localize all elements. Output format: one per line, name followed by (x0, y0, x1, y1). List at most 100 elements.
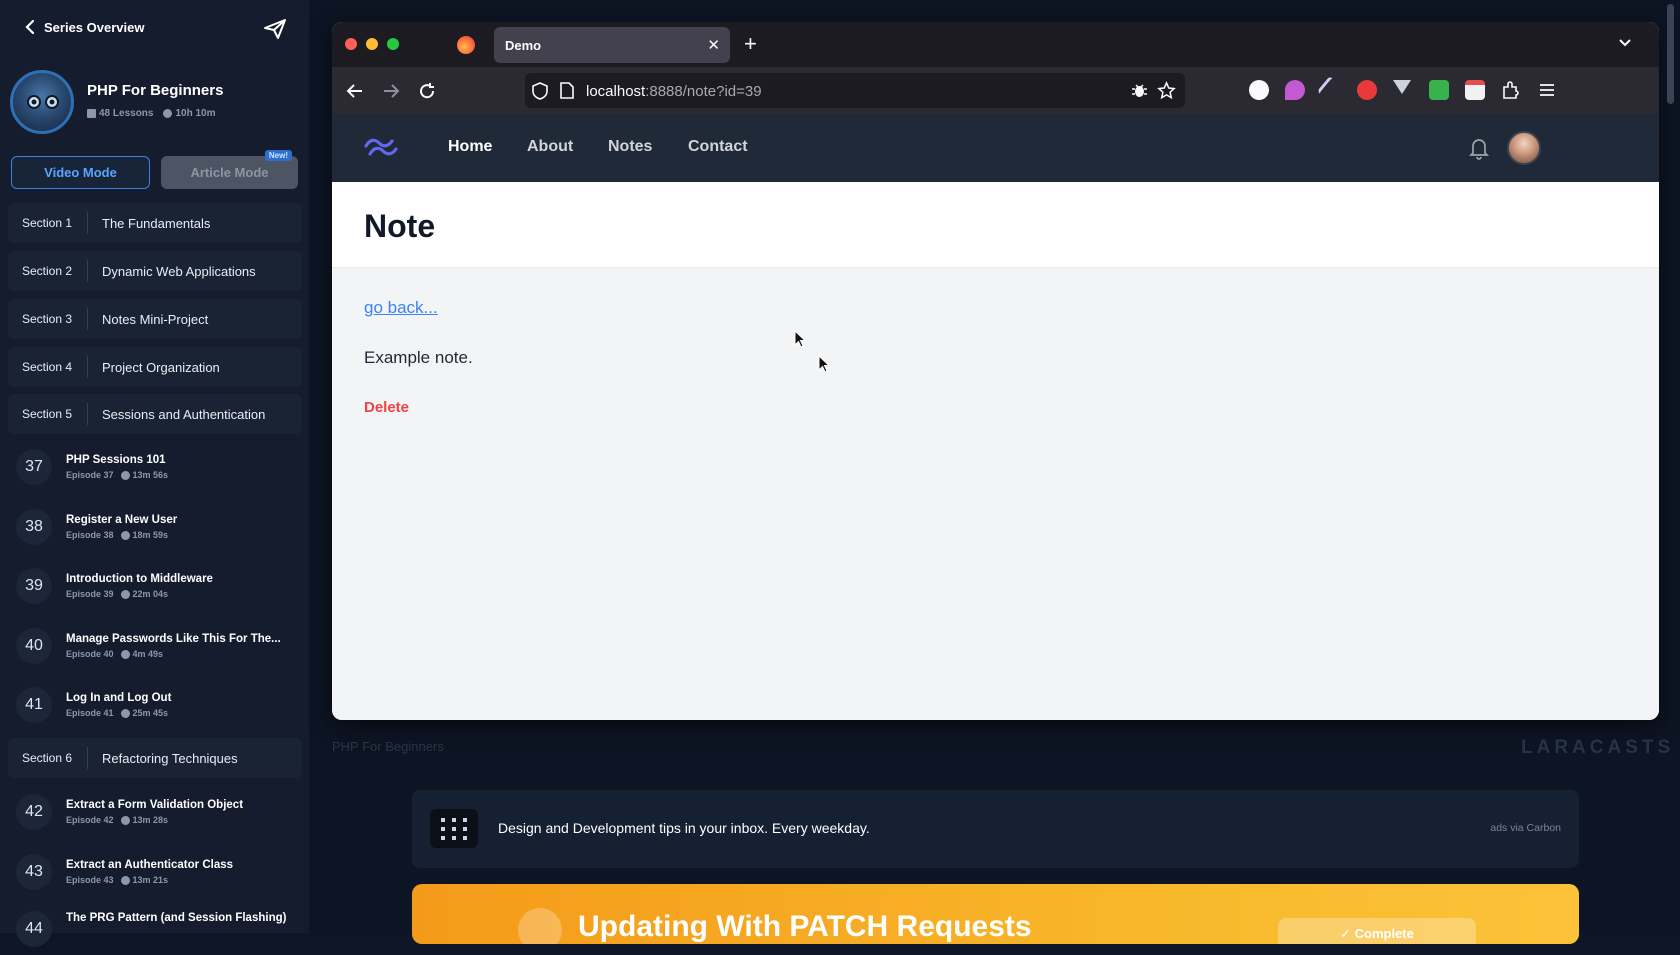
clock-extension-icon[interactable] (1249, 80, 1269, 100)
nav-contact[interactable]: Contact (688, 138, 748, 156)
pen-extension-icon[interactable] (1316, 75, 1346, 105)
section-row[interactable]: Section 6 Refactoring Techniques (8, 738, 302, 778)
section-title: Refactoring Techniques (102, 750, 238, 766)
location-extension-icon[interactable] (1285, 80, 1305, 100)
ad-text[interactable]: Design and Development tips in your inbo… (498, 820, 870, 836)
episode-title: Log In and Log Out (66, 692, 172, 704)
episode-item[interactable]: 39 Introduction to Middleware Episode 39… (8, 560, 302, 612)
mouse-cursor-icon (818, 355, 830, 373)
url-host: localhost (586, 83, 646, 100)
next-lesson-banner[interactable]: Updating With PATCH Requests ✓ Complete (412, 884, 1579, 944)
article-mode-button[interactable]: Article Mode New! (161, 150, 298, 189)
section-row[interactable]: Section 1 The Fundamentals (8, 203, 302, 243)
user-avatar[interactable] (1507, 131, 1541, 165)
episode-number: 42 (16, 794, 52, 830)
series-thumbnail (10, 70, 74, 134)
browser-tab[interactable]: Demo ✕ (494, 27, 730, 63)
series-duration: 10h 10m (175, 108, 216, 119)
nav-about[interactable]: About (527, 138, 573, 156)
ad-logo-icon (430, 809, 478, 848)
reload-icon[interactable] (417, 81, 437, 101)
clock-icon (120, 470, 130, 480)
episode-item[interactable]: 44 The PRG Pattern (and Session Flashing… (8, 903, 302, 955)
tailwind-logo-icon[interactable] (364, 136, 398, 158)
lessons-icon (87, 109, 96, 118)
video-mode-button[interactable]: Video Mode (11, 156, 150, 189)
episode-duration: 13m 56s (132, 470, 169, 480)
close-tab-icon[interactable]: ✕ (707, 36, 720, 54)
star-icon[interactable] (1157, 81, 1176, 100)
chevron-down-icon[interactable] (1617, 34, 1633, 50)
clock-icon (163, 109, 173, 118)
episode-item[interactable]: 42 Extract a Form Validation Object Epis… (8, 786, 302, 838)
green-extension-icon[interactable] (1429, 80, 1449, 100)
section-title: Sessions and Authentication (102, 406, 266, 422)
url-text[interactable]: localhost:8888/note?id=39 (586, 83, 762, 100)
episode-duration: 18m 59s (132, 530, 169, 540)
episode-label: Episode 43 (66, 875, 114, 885)
series-info: PHP For Beginners 48 Lessons 10h 10m (10, 68, 300, 134)
series-overview-link[interactable]: Series Overview (24, 19, 144, 35)
paper-plane-icon[interactable] (263, 18, 287, 40)
episode-item[interactable]: 38 Register a New User Episode 38 18m 59s (8, 501, 302, 553)
episode-number: 44 (16, 911, 52, 947)
clock-icon (120, 530, 130, 540)
section-row[interactable]: Section 5 Sessions and Authentication (8, 394, 302, 434)
section-title: Project Organization (102, 359, 220, 375)
episode-item[interactable]: 37 PHP Sessions 101 Episode 37 13m 56s (8, 441, 302, 493)
series-meta: 48 Lessons 10h 10m (87, 108, 216, 119)
shield-icon[interactable] (532, 82, 548, 100)
nav-home[interactable]: Home (448, 138, 492, 156)
episode-label: Episode 41 (66, 708, 114, 718)
carbon-ad[interactable]: Design and Development tips in your inbo… (412, 790, 1579, 868)
episode-title: PHP Sessions 101 (66, 454, 166, 466)
episode-number: 40 (16, 628, 52, 664)
bug-icon[interactable] (1131, 82, 1148, 99)
main-content: Demo ✕ + localhost:8888/note?id=39 Home … (309, 0, 1680, 944)
episode-title: Extract an Authenticator Class (66, 859, 234, 871)
section-row[interactable]: Section 3 Notes Mini-Project (8, 299, 302, 339)
section-row[interactable]: Section 2 Dynamic Web Applications (8, 251, 302, 291)
episode-item[interactable]: 43 Extract an Authenticator Class Episod… (8, 846, 302, 898)
article-mode-label: Article Mode (190, 165, 269, 180)
back-arrow-icon[interactable] (345, 81, 365, 101)
page-scrollbar[interactable] (1667, 4, 1674, 104)
mark-complete-button[interactable]: ✓ Complete (1278, 918, 1476, 944)
go-back-link[interactable]: go back... (364, 298, 438, 318)
calendar-extension-icon[interactable] (1465, 80, 1485, 100)
site-navbar: Home About Notes Contact (332, 114, 1659, 182)
section-number: Section 4 (8, 356, 88, 378)
new-badge: New! (264, 150, 292, 161)
episode-number: 39 (16, 568, 52, 604)
episode-item[interactable]: 41 Log In and Log Out Episode 41 25m 45s (8, 679, 302, 731)
bell-icon[interactable] (1468, 136, 1490, 160)
forward-arrow-icon[interactable] (381, 81, 401, 101)
delete-button[interactable]: Delete (364, 399, 409, 416)
ad-attribution[interactable]: ads via Carbon (1490, 822, 1561, 834)
adblock-extension-icon[interactable] (1357, 80, 1377, 100)
episode-number: 37 (16, 449, 52, 485)
episode-item[interactable]: 40 Manage Passwords Like This For The...… (8, 620, 302, 672)
page-title: Note (364, 208, 436, 244)
minimize-window-button[interactable] (366, 38, 378, 50)
episode-label: Episode 37 (66, 470, 114, 480)
address-bar[interactable]: localhost:8888/note?id=39 (525, 73, 1185, 108)
episode-title: Manage Passwords Like This For The... (66, 633, 281, 645)
section-row[interactable]: Section 4 Project Organization (8, 347, 302, 387)
sidebar-header: Series Overview (0, 0, 309, 58)
firefox-icon (457, 36, 475, 54)
lesson-count: 48 Lessons (99, 108, 154, 119)
maximize-window-button[interactable] (387, 38, 399, 50)
section-title: Dynamic Web Applications (102, 263, 256, 279)
new-tab-button[interactable]: + (744, 31, 757, 57)
episode-number: 41 (16, 687, 52, 723)
series-sidebar: Series Overview PHP For Beginners 48 Les… (0, 0, 309, 947)
vue-devtools-icon[interactable] (1393, 80, 1411, 94)
heart-icon[interactable] (518, 908, 562, 944)
menu-icon[interactable] (1537, 80, 1557, 100)
nav-notes[interactable]: Notes (608, 138, 652, 156)
close-window-button[interactable] (345, 38, 357, 50)
episode-duration: 4m 49s (132, 649, 164, 659)
puzzle-icon[interactable] (1501, 80, 1521, 100)
episode-title: Extract a Form Validation Object (66, 799, 244, 811)
